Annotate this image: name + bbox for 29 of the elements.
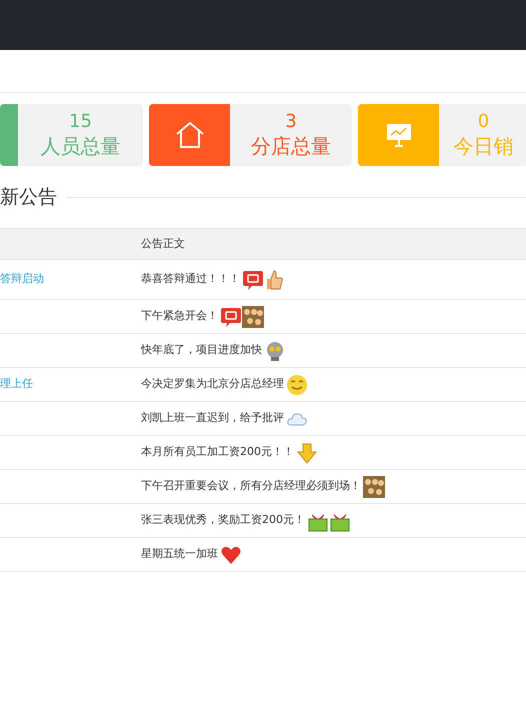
table-cell-text: 今决定罗集为北京分店总经理 bbox=[141, 376, 284, 392]
smiling-face-icon bbox=[286, 374, 308, 396]
stat-label: 今日销 bbox=[454, 133, 514, 159]
table-cell-text: 恭喜答辩通过！！！ bbox=[141, 271, 240, 288]
column-header: 公告正文 bbox=[141, 236, 185, 252]
table-cell-text: 刘凯上班一直迟到，给予批评 bbox=[141, 410, 284, 426]
stat-label: 分店总量 bbox=[251, 133, 331, 159]
table-cell-text: 本月所有员工加工资200元！！ bbox=[141, 444, 294, 460]
stat-number: 3 bbox=[285, 111, 297, 133]
crowd-icon bbox=[363, 476, 385, 498]
stat-number: 0 bbox=[478, 111, 490, 133]
house-icon bbox=[174, 121, 204, 149]
stat-number: 15 bbox=[69, 111, 92, 133]
robot-icon bbox=[264, 340, 286, 362]
crowd-icon bbox=[242, 306, 264, 328]
notice-title-link[interactable]: 理上任 bbox=[0, 377, 33, 390]
speech-bubble-icon bbox=[220, 306, 242, 328]
speech-bubble-icon bbox=[242, 268, 264, 290]
presentation-board-icon bbox=[386, 122, 412, 148]
table-cell-text: 下午紧急开会！ bbox=[141, 308, 218, 324]
table-cell-text: 星期五统一加班 bbox=[141, 546, 218, 562]
notice-title-link[interactable]: 答辩启动 bbox=[0, 272, 44, 286]
section-heading: 新公告 bbox=[0, 184, 57, 210]
down-arrow-icon bbox=[296, 442, 318, 464]
stat-label: 人员总量 bbox=[40, 133, 120, 159]
table-cell-text: 张三表现优秀，奖励工资200元！ bbox=[141, 512, 305, 528]
table-cell-text: 快年底了，项目进度加快 bbox=[141, 342, 262, 358]
table-cell-text: 下午召开重要会议，所有分店经理必须到场！ bbox=[141, 478, 361, 494]
thumbs-up-icon bbox=[264, 268, 286, 290]
